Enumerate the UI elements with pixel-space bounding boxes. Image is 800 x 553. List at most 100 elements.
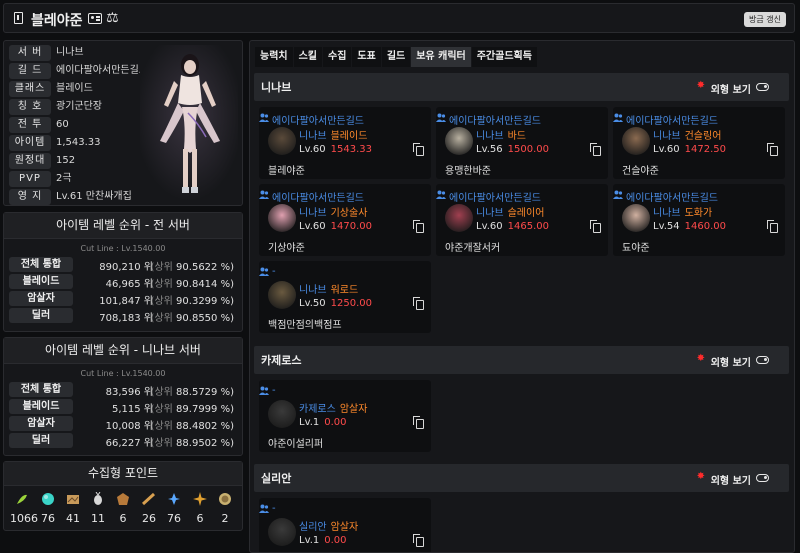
character-card[interactable]: 에이다팔아서만든길드 니나브 블레이드 Lv.60 1543.33 블레야준 xyxy=(259,107,431,179)
users-icon xyxy=(259,113,269,122)
character-server-name: 니나브 xyxy=(476,208,504,219)
bookmark-icon[interactable] xyxy=(14,12,23,24)
character-card[interactable]: 에이다팔아서만든길드 니나브 바드 Lv.56 1500.00 용맹한바준 xyxy=(436,107,608,179)
tab-5[interactable]: 보유 캐릭터 xyxy=(411,47,471,67)
character-server-name: 카제로스 xyxy=(299,404,336,415)
copy-icon[interactable] xyxy=(590,143,601,156)
island-heart-icon xyxy=(42,493,54,505)
character-guild: 에이다팔아서만든길드 xyxy=(259,112,364,127)
rank-label: 전체 통합 xyxy=(9,257,73,272)
character-card[interactable]: - 니나브 워로드 Lv.50 1250.00 백점만점의백점프 xyxy=(259,261,431,333)
look-toggle-label[interactable]: 외형 보기 xyxy=(711,472,751,487)
profile-value: 60 xyxy=(56,119,69,130)
copy-icon[interactable] xyxy=(590,220,601,233)
rank-percent: (상위 88.5729 %) xyxy=(150,387,234,398)
collectible-item[interactable]: 2 xyxy=(213,492,237,525)
rank-percent-value: 88.9502 % xyxy=(176,438,231,449)
character-server: 니나브 도화가 xyxy=(653,204,712,219)
copy-icon[interactable] xyxy=(767,143,778,156)
copy-icon[interactable] xyxy=(413,416,424,429)
copy-icon[interactable] xyxy=(413,220,424,233)
profile-value: 광기군단장 xyxy=(56,101,102,112)
character-server: 니나브 기상술사 xyxy=(299,204,367,219)
copy-icon[interactable] xyxy=(767,220,778,233)
collectible-count: 6 xyxy=(196,512,204,525)
character-card[interactable]: - 카제로스 암살자 Lv.1 0.00 야준이설리퍼 xyxy=(259,380,431,452)
collectible-count: 76 xyxy=(41,512,55,525)
copy-icon[interactable] xyxy=(413,297,424,310)
profile-label: 아이템 xyxy=(9,135,51,151)
guild-name: - xyxy=(272,503,276,514)
profile-label: 서 버 xyxy=(9,45,51,61)
character-level-value: Lv.60 xyxy=(476,221,503,232)
character-level-value: Lv.56 xyxy=(476,144,503,155)
character-guild: 에이다팔아서만든길드 xyxy=(259,189,364,204)
collectible-item[interactable]: 26 xyxy=(137,492,161,525)
rank-label: 블레이드 xyxy=(9,274,73,289)
tab-4[interactable]: 길드 xyxy=(381,47,411,67)
tab-2[interactable]: 수집 xyxy=(323,47,352,67)
look-toggle-label[interactable]: 외형 보기 xyxy=(711,354,751,369)
server-name: 니나브 xyxy=(261,81,292,94)
character-server: 카제로스 암살자 xyxy=(299,400,367,415)
character-card[interactable]: 에이다팔아서만든길드 니나브 도화가 Lv.54 1460.00 됴야준 xyxy=(613,184,785,256)
tab-0[interactable]: 능력치 xyxy=(255,47,293,67)
toggle-icon[interactable] xyxy=(756,83,769,91)
server-section-header: 실리안 ✸ 외형 보기 xyxy=(254,464,789,492)
rank-percent: (상위 90.5622 %) xyxy=(150,262,234,273)
collectible-item[interactable]: 76 xyxy=(36,492,60,525)
character-server: 니나브 슬레이어 xyxy=(476,204,544,219)
character-guild: - xyxy=(259,503,276,514)
character-level-value: Lv.60 xyxy=(299,144,326,155)
character-class: 워로드 xyxy=(330,285,359,296)
character-level: Lv.60 1470.00 xyxy=(299,221,372,232)
refresh-button[interactable]: 방금 갱신 xyxy=(744,12,786,27)
server-name: 실리안 xyxy=(261,472,292,485)
toggle-icon[interactable] xyxy=(756,474,769,482)
character-level-value: Lv.60 xyxy=(653,144,680,155)
collectible-item[interactable]: 1066 xyxy=(10,492,38,525)
collectible-item[interactable]: 41 xyxy=(61,492,85,525)
profile-value: 152 xyxy=(56,155,76,166)
character-level-value: Lv.60 xyxy=(299,221,326,232)
rank-percent: (상위 89.7999 %) xyxy=(150,404,234,415)
rank-row: 딜러 708,183 위 (상위 90.8550 %) xyxy=(9,308,237,324)
toggle-icon[interactable] xyxy=(756,356,769,364)
collectible-item[interactable]: 11 xyxy=(86,492,110,525)
profile-value: 에이다팔아서만든길드 xyxy=(56,65,148,76)
tab-1[interactable]: 스킬 xyxy=(293,47,323,67)
rank-label: 딜러 xyxy=(9,433,73,448)
tab-6[interactable]: 주간골드획득 xyxy=(471,47,537,67)
character-avatar xyxy=(268,518,296,546)
collectible-count: 41 xyxy=(66,512,80,525)
character-card[interactable]: 에이다팔아서만든길드 니나브 슬레이어 Lv.60 1465.00 야준개잘서커 xyxy=(436,184,608,256)
profile-row: 영 지 Lv.61 만찬싸개집 xyxy=(9,189,139,206)
rank-value: 890,210 위 xyxy=(99,262,153,273)
character-avatar xyxy=(268,281,296,309)
copy-icon[interactable] xyxy=(413,143,424,156)
collectible-item[interactable]: 76 xyxy=(162,492,186,525)
character-card[interactable]: 에이다팔아서만든길드 니나브 기상술사 Lv.60 1470.00 기상야준 xyxy=(259,184,431,256)
copy-icon[interactable] xyxy=(413,534,424,547)
collectible-item[interactable]: 6 xyxy=(188,492,212,525)
guild-name: 에이다팔아서만든길드 xyxy=(272,193,364,204)
tab-3[interactable]: 도표 xyxy=(352,47,381,67)
profile-row: 칭 호 광기군단장 xyxy=(9,99,139,116)
character-card[interactable]: - 실리안 암살자 Lv.1 0.00 xyxy=(259,498,431,552)
scale-icon[interactable]: ⚖ xyxy=(106,10,119,26)
star-icon: ✸ xyxy=(696,80,705,91)
character-card[interactable]: 에이다팔아서만든길드 니나브 건슬링어 Lv.60 1472.50 건슬야준 xyxy=(613,107,785,179)
voyage-icon xyxy=(142,492,156,506)
profile-label: 칭 호 xyxy=(9,99,51,115)
look-toggle-label[interactable]: 외형 보기 xyxy=(711,81,751,96)
character-guild: 에이다팔아서만든길드 xyxy=(613,189,718,204)
character-avatar xyxy=(622,204,650,232)
character-header: 블레야준 ⚖ 방금 갱신 xyxy=(3,3,795,33)
character-level: Lv.50 1250.00 xyxy=(299,298,372,309)
character-server-name: 니나브 xyxy=(299,131,327,142)
character-server-name: 니나브 xyxy=(653,131,681,142)
rank-percent-value: 90.3299 % xyxy=(176,296,231,307)
id-card-icon[interactable] xyxy=(88,13,102,24)
collectible-item[interactable]: 6 xyxy=(111,492,135,525)
rank-all-cutline: Cut Line : Lv.1540.00 xyxy=(80,244,166,253)
